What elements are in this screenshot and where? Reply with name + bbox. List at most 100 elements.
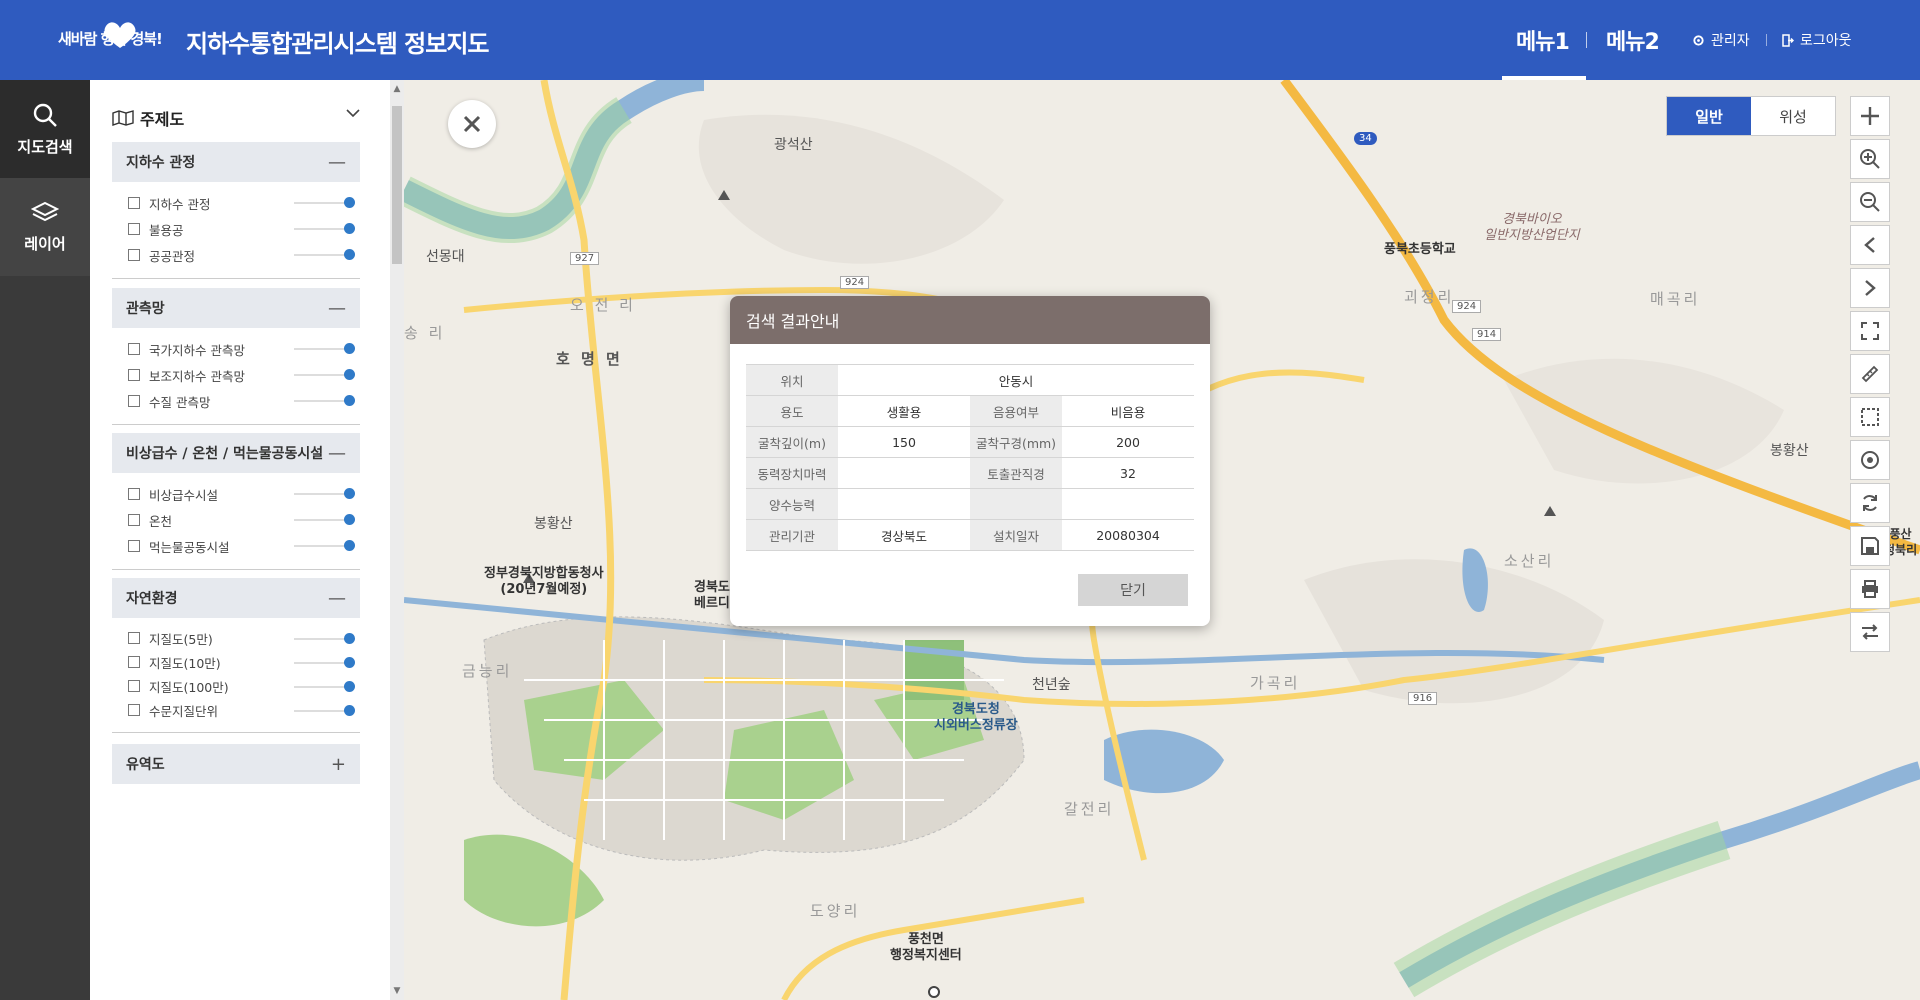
- layer-item[interactable]: 공공관정: [112, 242, 360, 268]
- layer-checkbox[interactable]: [128, 395, 140, 407]
- basemap-normal-button[interactable]: 일반: [1667, 97, 1751, 135]
- save-button[interactable]: [1850, 526, 1890, 566]
- slider-handle[interactable]: [344, 514, 355, 525]
- plus-icon: [1861, 107, 1879, 125]
- menu2-tab[interactable]: 메뉴2: [1606, 24, 1660, 56]
- slider-handle[interactable]: [344, 633, 355, 644]
- refresh-icon: [1863, 495, 1877, 511]
- map-label-mountain: 봉황산: [1770, 443, 1809, 459]
- slider-handle[interactable]: [344, 369, 355, 380]
- scroll-up-arrow[interactable]: ▲: [390, 82, 404, 96]
- scroll-down-arrow[interactable]: ▼: [390, 984, 404, 998]
- map-label-region: 소산리: [1504, 552, 1555, 570]
- table-header-cell: 토출관직경: [970, 457, 1062, 489]
- slider-handle[interactable]: [344, 705, 355, 716]
- chevron-down-icon[interactable]: [346, 108, 360, 118]
- layer-item[interactable]: 수문지질단위: [112, 698, 360, 722]
- panel-close-button[interactable]: [448, 100, 496, 148]
- table-header-cell: 용도: [746, 395, 838, 427]
- layer-checkbox[interactable]: [128, 249, 140, 261]
- collapse-toggle[interactable]: —: [328, 152, 346, 173]
- menu1-tab[interactable]: 메뉴1: [1516, 24, 1570, 56]
- layer-checkbox[interactable]: [128, 680, 140, 692]
- panel-scrollbar[interactable]: ▲ ▼: [390, 80, 404, 1000]
- table-header-cell: 굴착구경(mm): [970, 426, 1062, 458]
- measure-distance-button[interactable]: [1850, 354, 1890, 394]
- zoom-out-icon: [1860, 192, 1880, 212]
- slider-handle[interactable]: [344, 540, 355, 551]
- dialog-title: 검색 결과안내: [730, 296, 1210, 344]
- zoom-in-button[interactable]: [1850, 139, 1890, 179]
- zoom-out-button[interactable]: [1850, 182, 1890, 222]
- layer-item[interactable]: 지질도(5만): [112, 626, 360, 650]
- collapse-toggle[interactable]: —: [328, 298, 346, 319]
- layer-checkbox[interactable]: [128, 223, 140, 235]
- layer-item[interactable]: 지질도(100만): [112, 674, 360, 698]
- layer-item[interactable]: 비상급수시설: [112, 481, 360, 507]
- next-view-button[interactable]: [1850, 268, 1890, 308]
- layer-item[interactable]: 지하수 관정: [112, 190, 360, 216]
- refresh-button[interactable]: [1850, 483, 1890, 523]
- slider-handle[interactable]: [344, 395, 355, 406]
- scroll-thumb[interactable]: [392, 106, 402, 264]
- measure-area-button[interactable]: [1850, 397, 1890, 437]
- slider-handle[interactable]: [344, 681, 355, 692]
- expand-toggle[interactable]: +: [331, 754, 346, 775]
- previous-view-button[interactable]: [1850, 225, 1890, 265]
- admin-link[interactable]: 관리자: [1692, 30, 1750, 50]
- basemap-satellite-button[interactable]: 위성: [1751, 97, 1835, 135]
- map-label-office: 경북도 베르디: [694, 580, 730, 611]
- layer-item[interactable]: 지질도(10만): [112, 650, 360, 674]
- layer-checkbox[interactable]: [128, 369, 140, 381]
- coordinate-convert-button[interactable]: [1850, 612, 1890, 652]
- layer-label: 보조지하수 관측망: [149, 368, 245, 384]
- section-header[interactable]: 유역도 +: [112, 744, 360, 784]
- layer-checkbox[interactable]: [128, 632, 140, 644]
- layer-checkbox[interactable]: [128, 343, 140, 355]
- layer-item[interactable]: 수질 관측망: [112, 388, 360, 414]
- layer-item[interactable]: 온천: [112, 507, 360, 533]
- slider-handle[interactable]: [344, 223, 355, 234]
- layer-label: 지질도(10만): [149, 655, 221, 671]
- layer-item[interactable]: 보조지하수 관측망: [112, 362, 360, 388]
- section-header[interactable]: 비상급수 / 온천 / 먹는물공동시설 —: [112, 433, 360, 473]
- section-divider: [112, 569, 360, 570]
- layer-item[interactable]: 불용공: [112, 216, 360, 242]
- table-row: 굴착깊이(m) 150 굴착구경(mm) 200: [746, 426, 1194, 458]
- dialog-close-button[interactable]: 닫기: [1078, 574, 1188, 606]
- slider-handle[interactable]: [344, 343, 355, 354]
- layer-checkbox[interactable]: [128, 656, 140, 668]
- layer-checkbox[interactable]: [128, 514, 140, 526]
- theme-map-title: 주제도: [140, 110, 185, 129]
- save-icon: [1861, 537, 1879, 555]
- map-search-nav[interactable]: 지도검색: [0, 80, 90, 178]
- layer-checkbox[interactable]: [128, 197, 140, 209]
- section-title: 지하수 관정: [126, 155, 196, 171]
- slider-handle[interactable]: [344, 488, 355, 499]
- table-header-cell: 양수능력: [746, 488, 838, 520]
- slider-handle[interactable]: [344, 197, 355, 208]
- slider-handle[interactable]: [344, 657, 355, 668]
- gyeongbuk-logo[interactable]: 새바람 행복 경북!: [58, 22, 170, 58]
- table-cell: 비음용: [1062, 395, 1194, 427]
- layer-checkbox[interactable]: [128, 704, 140, 716]
- layer-item[interactable]: 먹는물공동시설: [112, 533, 360, 559]
- full-extent-button[interactable]: [1850, 311, 1890, 351]
- collapse-toggle[interactable]: —: [328, 443, 346, 464]
- route-badge: 34: [1354, 132, 1377, 145]
- slider-handle[interactable]: [344, 249, 355, 260]
- layer-nav[interactable]: 레이어: [0, 178, 90, 276]
- layer-label: 수문지질단위: [149, 703, 219, 719]
- theme-map-header[interactable]: 주제도: [112, 106, 360, 130]
- logout-link[interactable]: 로그아웃: [1782, 30, 1852, 50]
- section-header[interactable]: 지하수 관정 —: [112, 142, 360, 182]
- print-button[interactable]: [1850, 569, 1890, 609]
- measure-radius-button[interactable]: [1850, 440, 1890, 480]
- add-button[interactable]: [1850, 96, 1890, 136]
- section-header[interactable]: 관측망 —: [112, 288, 360, 328]
- layer-item[interactable]: 국가지하수 관측망: [112, 336, 360, 362]
- layer-checkbox[interactable]: [128, 540, 140, 552]
- section-header[interactable]: 자연환경 —: [112, 578, 360, 618]
- collapse-toggle[interactable]: —: [328, 588, 346, 609]
- layer-checkbox[interactable]: [128, 488, 140, 500]
